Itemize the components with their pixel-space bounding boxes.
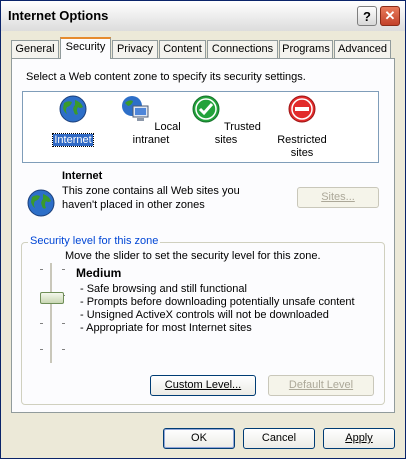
zone-instruction: Select a Web content zone to specify its… [26, 71, 306, 83]
selected-zone-desc-line2: haven't placed in other zones [62, 199, 205, 211]
internet-options-window: Internet Options ? ✕ General Security Pr… [0, 0, 406, 459]
tab-privacy[interactable]: Privacy [112, 40, 158, 58]
zone-internet[interactable]: Internet [43, 94, 103, 147]
security-level-name: Medium [76, 266, 122, 280]
tab-programs[interactable]: Programs [279, 40, 333, 58]
restricted-icon [288, 95, 316, 123]
sites-button-label: Sites... [321, 191, 355, 203]
security-tab-panel: Select a Web content zone to specify its… [11, 58, 395, 413]
slider-tick [62, 349, 65, 350]
apply-button[interactable]: Apply [323, 428, 395, 449]
slider-track [50, 263, 52, 363]
intranet-icon [122, 96, 149, 121]
ok-button-label: OK [191, 432, 207, 444]
help-button[interactable]: ? [357, 6, 377, 26]
window-title: Internet Options [8, 8, 109, 23]
default-level-button-label: Default Level [288, 379, 354, 391]
slider-instruction: Move the slider to set the security leve… [65, 250, 321, 262]
selected-zone-globe-icon [27, 189, 55, 217]
sites-button[interactable]: Sites... [297, 187, 379, 208]
custom-level-button-label: Custom Level... [164, 379, 242, 391]
zone-local-intranet-label: Local intranet [132, 121, 181, 146]
tab-advanced[interactable]: Advanced [334, 40, 391, 58]
tab-security[interactable]: Security [60, 37, 111, 59]
tab-content[interactable]: Content [159, 40, 206, 58]
checkmark-icon [192, 95, 220, 123]
zone-restricted-sites[interactable]: Restricted sites [267, 94, 337, 160]
zone-trusted-sites[interactable]: Trusted sites [191, 94, 261, 147]
cancel-button-label: Cancel [261, 432, 297, 444]
default-level-button[interactable]: Default Level [268, 375, 374, 396]
apply-button-label: Apply [345, 432, 373, 444]
security-level-slider[interactable] [40, 263, 65, 363]
ok-button[interactable]: OK [163, 428, 235, 449]
slider-tick [40, 349, 43, 350]
tab-connections[interactable]: Connections [207, 40, 278, 58]
zone-trusted-sites-label: Trusted sites [214, 121, 261, 146]
cancel-button[interactable]: Cancel [243, 428, 315, 449]
zone-restricted-label-line2: sites [290, 147, 314, 159]
title-bar: Internet Options ? ✕ [1, 1, 405, 31]
selected-zone-desc-line1: This zone contains all Web sites you [62, 185, 240, 197]
zone-restricted-label-line1: Restricted [277, 134, 327, 146]
zone-internet-label: Internet [52, 133, 94, 147]
close-button[interactable]: ✕ [380, 6, 400, 26]
level-point: - Unsigned ActiveX controls will not be … [80, 309, 329, 321]
level-point: - Appropriate for most Internet sites [80, 322, 252, 334]
slider-tick [40, 323, 43, 324]
slider-thumb[interactable] [40, 292, 64, 304]
level-point: - Prompts before downloading potentially… [80, 296, 355, 308]
custom-level-button[interactable]: Custom Level... [150, 375, 256, 396]
slider-tick [40, 269, 43, 270]
security-level-group-label: Security level for this zone [28, 235, 161, 247]
zone-list: Internet Local intranet Trusted sites Re… [22, 91, 379, 163]
zone-local-intranet[interactable]: Local intranet [111, 94, 191, 147]
level-point: - Safe browsing and still functional [80, 283, 247, 295]
slider-tick [62, 269, 65, 270]
selected-zone-name: Internet [62, 170, 103, 182]
security-level-group: Security level for this zone Move the sl… [21, 235, 385, 405]
globe-icon [59, 95, 87, 123]
slider-tick [62, 323, 65, 324]
tab-general[interactable]: General [11, 40, 59, 58]
